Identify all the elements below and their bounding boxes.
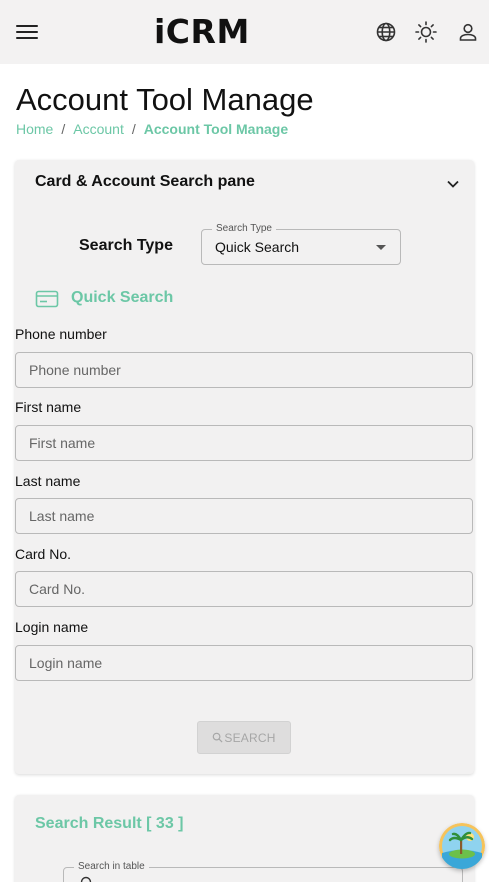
search-icon [213,732,223,743]
phone-number-input[interactable] [15,352,473,388]
search-button-label: SEARCH [224,730,276,745]
phone-number-label: Phone number [15,326,107,342]
globe-icon[interactable] [374,20,398,44]
login-name-label: Login name [15,619,89,635]
island-icon [439,823,485,869]
card-number-label: Card No. [15,546,72,562]
chevron-down-icon[interactable] [445,176,461,192]
login-name-input[interactable] [15,645,473,681]
page-title: Account Tool Manage [16,82,314,117]
last-name-input[interactable] [15,498,473,534]
search-pane-title: Card & Account Search pane [35,173,255,190]
breadcrumb-separator: / [61,121,66,137]
search-result-title: Search Result [ 33 ] [35,815,184,832]
breadcrumb-separator: / [131,121,136,137]
user-icon[interactable] [456,20,480,44]
menu-icon[interactable] [16,22,38,42]
breadcrumb-current: Account Tool Manage [143,121,289,137]
search-pane: Card & Account Search pane Search Type S… [15,160,474,774]
search-type-value: Quick Search [215,239,300,255]
quick-search-title: Quick Search [71,289,174,306]
breadcrumb: Home / Account / Account Tool Manage [16,121,288,137]
search-icon [80,876,92,882]
search-type-legend: Search Type [212,223,276,234]
table-search-legend: Search in table [74,861,149,872]
first-name-input[interactable] [15,425,473,461]
caret-down-icon [376,245,386,250]
card-number-input[interactable] [15,571,473,607]
breadcrumb-home[interactable]: Home [16,121,53,137]
first-name-label: First name [15,399,82,415]
app-logo: iCRM [154,12,250,51]
credit-card-icon [35,290,59,308]
search-pane-header[interactable]: Card & Account Search pane [15,160,474,206]
breadcrumb-account[interactable]: Account [73,121,124,137]
sun-icon[interactable] [414,20,438,44]
table-search-input[interactable]: Search in table [63,861,463,882]
search-button[interactable]: SEARCH [197,721,291,754]
last-name-label: Last name [15,473,81,489]
app-bar: iCRM [0,0,489,64]
search-result-card: Search Result [ 33 ] Search in table [15,795,474,882]
search-type-label: Search Type [79,237,173,254]
search-type-select[interactable]: Search Type Quick Search [201,223,401,265]
floating-assistant-avatar[interactable] [439,823,485,869]
